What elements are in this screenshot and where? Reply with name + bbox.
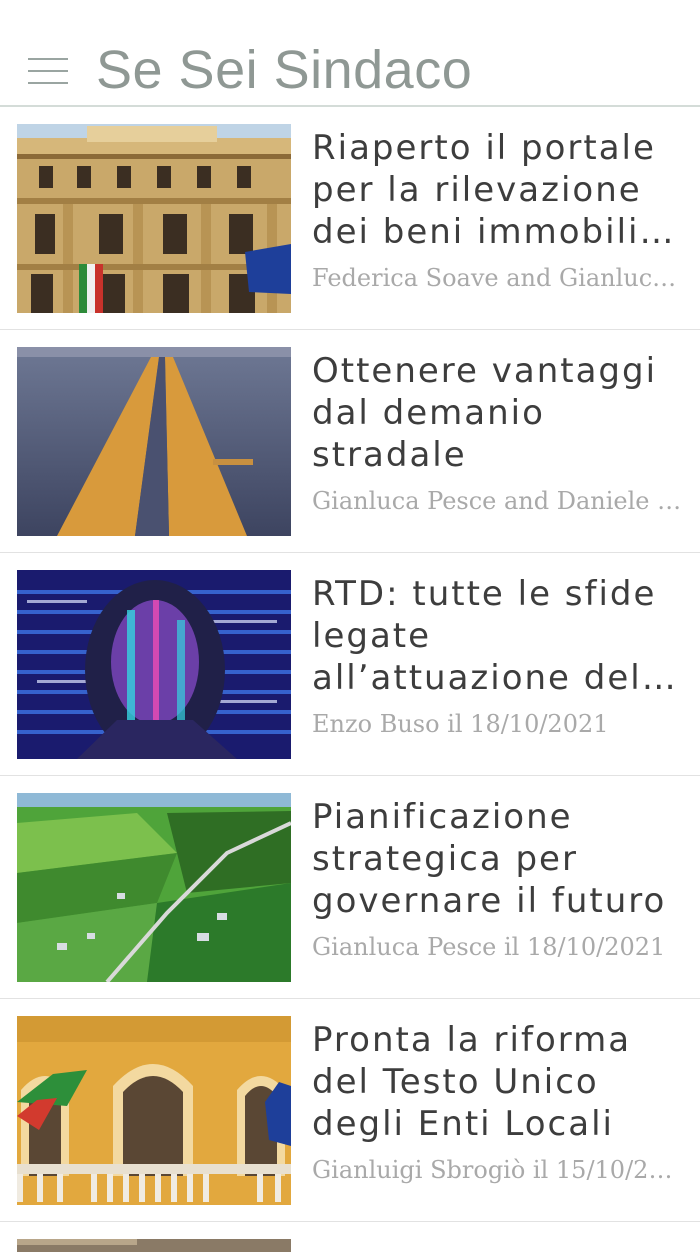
article-list: Riaperto il portale per la rilevazione d… — [0, 107, 700, 1252]
article-title[interactable]: Pianificazione strategica per governare … — [312, 796, 684, 922]
article-meta: Gianluigi Sbrogiò il 15/10/2021 — [312, 1156, 684, 1184]
article-meta: Gianluca Pesce and Daniele I... — [312, 487, 684, 515]
app-title: Se Sei Sindaco — [96, 40, 473, 100]
article-thumbnail[interactable] — [17, 1239, 291, 1252]
article-thumbnail[interactable] — [17, 1016, 291, 1205]
app-header: Se Sei Sindaco — [0, 0, 700, 107]
hamburger-icon[interactable] — [28, 58, 68, 86]
article-item[interactable]: Riaperto il portale per la rilevazione d… — [0, 107, 700, 330]
article-item[interactable]: Pianificazione strategica per governare … — [0, 776, 700, 999]
article-meta: Gianluca Pesce il 18/10/2021 — [312, 933, 666, 961]
article-thumbnail[interactable] — [17, 347, 291, 536]
article-item[interactable] — [0, 1222, 700, 1252]
article-title[interactable]: RTD: tutte le sfide legate all’attuazion… — [312, 573, 684, 699]
article-thumbnail[interactable] — [17, 793, 291, 982]
article-title[interactable]: Pronta la riforma del Testo Unico degli … — [312, 1019, 684, 1145]
article-title[interactable]: Ottenere vantaggi dal demanio stradale — [312, 350, 684, 476]
article-item[interactable]: Pronta la riforma del Testo Unico degli … — [0, 999, 700, 1222]
article-item[interactable]: Ottenere vantaggi dal demanio stradale G… — [0, 330, 700, 553]
article-title[interactable]: Riaperto il portale per la rilevazione d… — [312, 127, 684, 253]
article-meta: Federica Soave and Gianluca Pesce il 19/… — [312, 264, 684, 292]
article-meta: Enzo Buso il 18/10/2021 — [312, 710, 609, 738]
article-item[interactable]: RTD: tutte le sfide legate all’attuazion… — [0, 553, 700, 776]
article-thumbnail[interactable] — [17, 570, 291, 759]
article-thumbnail[interactable] — [17, 124, 291, 313]
